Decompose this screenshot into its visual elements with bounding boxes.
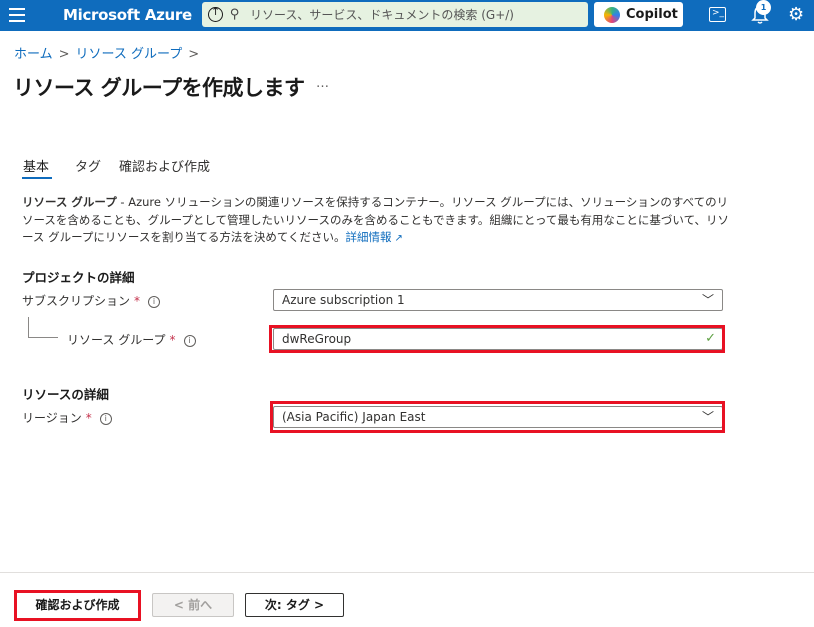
description-term: リソース グループ	[22, 195, 117, 209]
notification-badge: 1	[756, 0, 771, 15]
tab-basics[interactable]: 基本	[23, 156, 49, 175]
subscription-select[interactable]: Azure subscription 1 ﹀	[273, 289, 723, 311]
page-title: リソース グループを作成します	[13, 76, 305, 100]
active-tab-indicator	[22, 177, 52, 179]
resource-group-label-row: リソース グループ * i	[67, 331, 196, 348]
info-icon[interactable]: i	[148, 296, 161, 308]
description: リソース グループ - Azure ソリューションの関連リソースを保持するコンテ…	[22, 194, 732, 248]
brand-title[interactable]: Microsoft Azure	[63, 6, 192, 24]
search-box[interactable]: ⚲	[202, 2, 588, 27]
search-icon: ⚲	[230, 7, 240, 22]
subscription-label: サブスクリプション	[22, 294, 131, 308]
subscription-value: Azure subscription 1	[282, 293, 405, 307]
tree-connector	[28, 337, 58, 338]
breadcrumb-separator: >	[188, 47, 200, 62]
subscription-label-row: サブスクリプション * i	[22, 292, 161, 309]
region-label: リージョン	[22, 411, 82, 425]
learn-more-link[interactable]: 詳細情報	[345, 230, 391, 244]
upgrade-icon[interactable]	[208, 5, 223, 22]
copilot-button[interactable]: Copilot	[594, 2, 683, 27]
more-options-icon[interactable]: …	[316, 76, 330, 91]
highlight-box	[269, 325, 725, 353]
breadcrumb-resource-groups[interactable]: リソース グループ	[76, 43, 183, 62]
info-icon[interactable]: i	[99, 413, 112, 425]
copilot-label: Copilot	[626, 7, 678, 22]
highlight-box	[270, 401, 725, 433]
info-icon[interactable]: i	[183, 335, 196, 347]
external-link-icon: ↗	[394, 233, 403, 244]
project-details-heading: プロジェクトの詳細	[22, 270, 135, 285]
required-mark: *	[169, 333, 176, 347]
breadcrumb-separator: >	[58, 47, 70, 62]
cloud-shell-icon[interactable]: >_	[709, 7, 726, 22]
search-input[interactable]	[250, 5, 580, 24]
chevron-down-icon: ﹀	[701, 293, 714, 307]
tab-tags[interactable]: タグ	[75, 156, 101, 175]
previous-button[interactable]: < 前へ	[152, 593, 234, 617]
required-mark: *	[85, 411, 92, 425]
region-label-row: リージョン * i	[22, 409, 112, 426]
breadcrumb: ホーム > リソース グループ >	[14, 43, 205, 62]
top-bar: Microsoft Azure ⚲ Copilot >_ 1 ⚙	[0, 0, 814, 31]
footer-divider	[0, 572, 814, 573]
next-tags-button[interactable]: 次: タグ >	[245, 593, 344, 617]
gear-icon[interactable]: ⚙	[788, 5, 804, 25]
tab-review-create[interactable]: 確認および作成	[119, 156, 210, 175]
tree-connector	[28, 317, 29, 337]
menu-icon[interactable]	[9, 8, 25, 22]
breadcrumb-home[interactable]: ホーム	[14, 43, 53, 62]
highlight-box	[14, 590, 141, 621]
required-mark: *	[134, 294, 141, 308]
copilot-icon	[604, 7, 620, 23]
resource-details-heading: リソースの詳細	[22, 387, 109, 402]
resource-group-label: リソース グループ	[67, 333, 166, 347]
